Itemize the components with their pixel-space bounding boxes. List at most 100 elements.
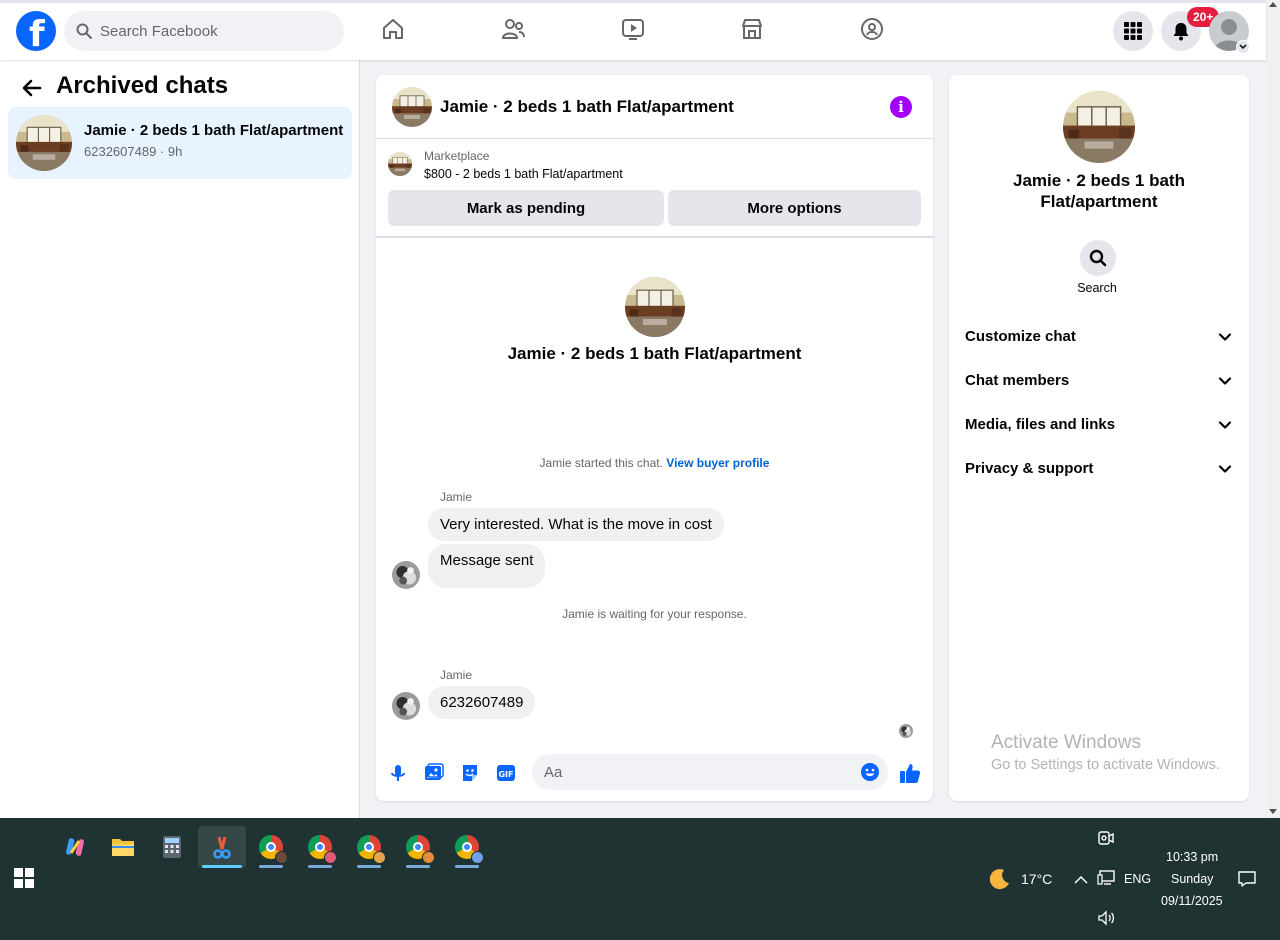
video-icon[interactable]	[619, 15, 647, 43]
marketplace-label: Marketplace	[424, 149, 490, 163]
listing-thumbnail[interactable]	[1063, 91, 1135, 163]
open-indicator	[406, 865, 430, 868]
buyer-avatar[interactable]	[392, 692, 420, 720]
bell-icon	[1173, 23, 1189, 41]
photo-icon[interactable]	[422, 761, 446, 785]
open-indicator	[455, 865, 479, 868]
chevron-down-icon	[1218, 377, 1232, 385]
microphone-icon[interactable]	[386, 761, 410, 785]
watermark-line-1: Activate Windows	[991, 732, 1141, 753]
message-bubble[interactable]: 6232607489	[428, 686, 536, 719]
taskbar-snipping-tool-icon[interactable]	[198, 826, 246, 868]
page-body: Archived chats Jamie · 2 beds 1 bath Fla…	[0, 60, 1266, 818]
clock-day[interactable]: Sunday	[1171, 872, 1213, 886]
moon-icon	[989, 869, 1009, 890]
search-in-conversation-button[interactable]	[1080, 240, 1116, 276]
search-label: Search	[1077, 281, 1117, 295]
chat-info-title: Jamie · 2 beds 1 bath Flat/apartment	[1013, 171, 1185, 211]
home-icon[interactable]	[379, 15, 407, 43]
chat-item-subtitle: 6232607489 · 9h	[84, 144, 183, 159]
section-label: Privacy & support	[965, 460, 1094, 477]
windows-taskbar: 17°C ENG 10:33 pm Sunday 09/11/2025	[0, 818, 1280, 940]
thumbs-up-icon[interactable]	[898, 761, 922, 785]
chevron-down-icon	[1218, 333, 1232, 341]
section-label: Chat members	[965, 372, 1070, 389]
listing-thumbnail	[16, 115, 72, 171]
section-privacy-support[interactable]: Privacy & support	[965, 457, 1233, 481]
network-icon[interactable]	[1097, 870, 1115, 891]
grid-icon	[1124, 22, 1142, 40]
emoji-icon[interactable]	[860, 762, 880, 782]
mark-as-pending-button[interactable]: Mark as pending	[388, 190, 664, 226]
search-icon	[76, 23, 92, 39]
open-indicator	[357, 865, 381, 868]
facebook-logo[interactable]: f	[16, 11, 56, 55]
scroll-up-arrow-icon[interactable]	[1269, 2, 1277, 7]
section-label: Customize chat	[965, 328, 1076, 345]
view-buyer-profile-link[interactable]: View buyer profile	[666, 456, 769, 470]
chat-list-item[interactable]: Jamie · 2 beds 1 bath Flat/apartment 623…	[8, 107, 352, 179]
language-indicator[interactable]: ENG	[1124, 872, 1151, 886]
taskbar-calculator-icon[interactable]	[148, 826, 196, 868]
section-media-files-links[interactable]: Media, files and links	[965, 413, 1233, 437]
search-input[interactable]	[100, 11, 330, 51]
section-chat-members[interactable]: Chat members	[965, 369, 1233, 393]
section-customize-chat[interactable]: Customize chat	[965, 325, 1233, 349]
account-chevron-icon[interactable]	[1236, 40, 1250, 54]
taskbar-chrome-profile-3[interactable]	[345, 826, 393, 868]
facebook-logo-letter: f	[29, 14, 45, 55]
message-bubble[interactable]: Message sent	[428, 544, 546, 588]
taskbar-chrome-profile-4[interactable]	[394, 826, 442, 868]
volume-icon[interactable]	[1097, 910, 1115, 931]
open-indicator	[259, 865, 283, 868]
gif-icon[interactable]: GIF	[494, 761, 518, 785]
clock-date[interactable]: 09/11/2025	[1161, 894, 1223, 908]
chat-item-title: Jamie · 2 beds 1 bath Flat/apartment	[84, 122, 344, 139]
chat-info-panel: Jamie · 2 beds 1 bath Flat/apartment Sea…	[949, 75, 1249, 801]
message-composer[interactable]	[532, 754, 888, 790]
taskbar-chrome-profile-1[interactable]	[247, 826, 295, 868]
info-icon[interactable]: i	[890, 96, 912, 118]
open-indicator	[308, 865, 332, 868]
marketplace-icon[interactable]	[738, 15, 766, 43]
taskbar-chrome-profile-5[interactable]	[443, 826, 491, 868]
search-box[interactable]	[64, 11, 344, 51]
conversation-title[interactable]: Jamie · 2 beds 1 bath Flat/apartment	[440, 97, 734, 117]
page-title: Archived chats	[56, 72, 229, 99]
marketplace-listing-banner: Marketplace $800 - 2 beds 1 bath Flat/ap…	[376, 140, 933, 238]
waiting-notice: Jamie is waiting for your response.	[562, 607, 747, 621]
chevron-up-icon[interactable]	[1074, 872, 1088, 890]
listing-title[interactable]: $800 - 2 beds 1 bath Flat/apartment	[424, 167, 623, 181]
taskbar-copilot-icon[interactable]	[51, 826, 99, 868]
more-options-button[interactable]: More options	[668, 190, 921, 226]
taskbar-file-explorer-icon[interactable]	[99, 826, 147, 868]
search-icon	[1089, 249, 1107, 267]
listing-thumbnail[interactable]	[388, 152, 412, 176]
chat-started-text: Jamie started this chat.	[539, 456, 663, 470]
notification-center-icon[interactable]	[1238, 870, 1256, 893]
active-indicator	[202, 865, 242, 868]
listing-thumbnail[interactable]	[392, 87, 432, 127]
seen-indicator-avatar	[899, 724, 913, 738]
message-input[interactable]	[544, 754, 844, 790]
temperature: 17°C	[1021, 871, 1053, 887]
buyer-avatar[interactable]	[392, 561, 420, 589]
clock-time[interactable]: 10:33 pm	[1166, 850, 1218, 864]
sticker-icon[interactable]	[458, 761, 482, 785]
chevron-down-icon	[1218, 421, 1232, 429]
meet-now-icon[interactable]	[1098, 830, 1114, 851]
back-arrow-icon[interactable]	[20, 76, 44, 100]
page-scrollbar[interactable]	[1266, 0, 1280, 818]
svg-text:GIF: GIF	[498, 770, 513, 779]
windows-start-icon[interactable]	[14, 868, 34, 888]
groups-icon[interactable]	[858, 15, 886, 43]
weather-widget[interactable]: 17°C	[988, 867, 1052, 891]
listing-thumbnail	[625, 277, 685, 337]
message-sender: Jamie	[440, 668, 473, 682]
friends-icon[interactable]	[499, 15, 527, 43]
taskbar-chrome-profile-2[interactable]	[296, 826, 344, 868]
watermark-line-2: Go to Settings to activate Windows.	[991, 757, 1220, 773]
scroll-down-arrow-icon[interactable]	[1269, 809, 1277, 814]
message-bubble[interactable]: Very interested. What is the move in cos…	[428, 508, 724, 541]
menu-grid-button[interactable]	[1113, 11, 1153, 51]
